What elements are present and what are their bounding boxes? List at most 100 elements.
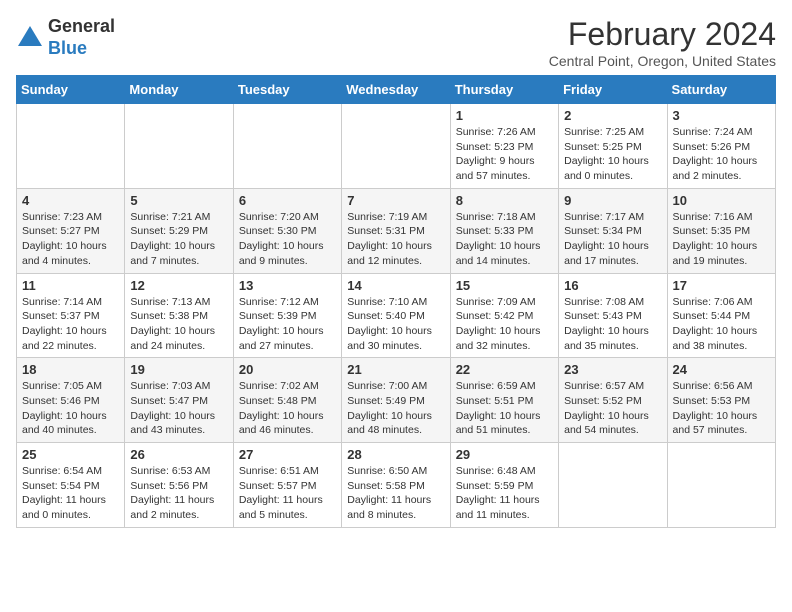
calendar-cell: 25 Sunrise: 6:54 AMSunset: 5:54 PMDayligh…	[17, 443, 125, 528]
day-number: 4	[22, 193, 119, 208]
day-number: 17	[673, 278, 770, 293]
day-detail: Sunrise: 7:20 AMSunset: 5:30 PMDaylight:…	[239, 210, 336, 269]
calendar-cell: 26 Sunrise: 6:53 AMSunset: 5:56 PMDayligh…	[125, 443, 233, 528]
day-detail: Sunrise: 6:57 AMSunset: 5:52 PMDaylight:…	[564, 379, 661, 438]
day-number: 23	[564, 362, 661, 377]
calendar-cell: 29Sunrise: 6:48 AMSunset: 5:59 PMDayligh…	[450, 443, 558, 528]
weekday-header: Tuesday	[233, 76, 341, 104]
logo-icon	[16, 24, 44, 52]
day-number: 2	[564, 108, 661, 123]
calendar-cell: 11 Sunrise: 7:14 AMSunset: 5:37 PMDayligh…	[17, 273, 125, 358]
calendar-cell: 18 Sunrise: 7:05 AMSunset: 5:46 PMDayligh…	[17, 358, 125, 443]
calendar-week-row: 1Sunrise: 7:26 AMSunset: 5:23 PMDaylight…	[17, 104, 776, 189]
calendar-cell	[17, 104, 125, 189]
month-year-title: February 2024	[549, 16, 776, 53]
calendar-cell: 24 Sunrise: 6:56 AMSunset: 5:53 PMDayligh…	[667, 358, 775, 443]
day-detail: Sunrise: 7:02 AMSunset: 5:48 PMDaylight:…	[239, 379, 336, 438]
day-number: 3	[673, 108, 770, 123]
logo-blue: Blue	[48, 38, 87, 58]
calendar-cell: 21 Sunrise: 7:00 AMSunset: 5:49 PMDayligh…	[342, 358, 450, 443]
calendar-cell: 3Sunrise: 7:24 AMSunset: 5:26 PMDaylight…	[667, 104, 775, 189]
calendar-week-row: 11 Sunrise: 7:14 AMSunset: 5:37 PMDayligh…	[17, 273, 776, 358]
calendar-cell: 8 Sunrise: 7:18 AMSunset: 5:33 PMDaylight…	[450, 188, 558, 273]
calendar-cell	[233, 104, 341, 189]
day-detail: Sunrise: 7:00 AMSunset: 5:49 PMDaylight:…	[347, 379, 444, 438]
day-number: 7	[347, 193, 444, 208]
logo: General Blue	[16, 16, 115, 59]
calendar-cell: 17 Sunrise: 7:06 AMSunset: 5:44 PMDayligh…	[667, 273, 775, 358]
calendar-cell: 12 Sunrise: 7:13 AMSunset: 5:38 PMDayligh…	[125, 273, 233, 358]
calendar-cell: 22Sunrise: 6:59 AMSunset: 5:51 PMDayligh…	[450, 358, 558, 443]
calendar-cell	[342, 104, 450, 189]
logo-text: General Blue	[48, 16, 115, 59]
calendar-cell: 4 Sunrise: 7:23 AMSunset: 5:27 PMDaylight…	[17, 188, 125, 273]
location-subtitle: Central Point, Oregon, United States	[549, 53, 776, 69]
page-header: General Blue February 2024 Central Point…	[16, 16, 776, 69]
day-number: 14	[347, 278, 444, 293]
day-detail: Sunrise: 6:56 AMSunset: 5:53 PMDaylight:…	[673, 379, 770, 438]
weekday-header-row: SundayMondayTuesdayWednesdayThursdayFrid…	[17, 76, 776, 104]
calendar-cell: 13 Sunrise: 7:12 AMSunset: 5:39 PMDayligh…	[233, 273, 341, 358]
day-number: 1	[456, 108, 553, 123]
day-number: 25	[22, 447, 119, 462]
weekday-header: Wednesday	[342, 76, 450, 104]
calendar-cell: 7Sunrise: 7:19 AMSunset: 5:31 PMDaylight…	[342, 188, 450, 273]
calendar-cell	[559, 443, 667, 528]
day-detail: Sunrise: 7:18 AMSunset: 5:33 PMDaylight:…	[456, 210, 553, 269]
calendar-week-row: 18 Sunrise: 7:05 AMSunset: 5:46 PMDayligh…	[17, 358, 776, 443]
day-number: 12	[130, 278, 227, 293]
day-detail: Sunrise: 7:23 AMSunset: 5:27 PMDaylight:…	[22, 210, 119, 269]
day-detail: Sunrise: 7:17 AMSunset: 5:34 PMDaylight:…	[564, 210, 661, 269]
calendar-cell: 6 Sunrise: 7:20 AMSunset: 5:30 PMDaylight…	[233, 188, 341, 273]
day-number: 6	[239, 193, 336, 208]
day-detail: Sunrise: 6:53 AMSunset: 5:56 PMDaylight:…	[130, 464, 227, 523]
weekday-header: Friday	[559, 76, 667, 104]
calendar-table: SundayMondayTuesdayWednesdayThursdayFrid…	[16, 75, 776, 528]
calendar-cell: 15 Sunrise: 7:09 AMSunset: 5:42 PMDayligh…	[450, 273, 558, 358]
day-detail: Sunrise: 7:05 AMSunset: 5:46 PMDaylight:…	[22, 379, 119, 438]
day-detail: Sunrise: 6:51 AMSunset: 5:57 PMDaylight:…	[239, 464, 336, 523]
day-number: 22	[456, 362, 553, 377]
day-number: 26	[130, 447, 227, 462]
calendar-week-row: 25 Sunrise: 6:54 AMSunset: 5:54 PMDayligh…	[17, 443, 776, 528]
day-number: 8	[456, 193, 553, 208]
day-number: 16	[564, 278, 661, 293]
day-number: 13	[239, 278, 336, 293]
day-number: 11	[22, 278, 119, 293]
day-detail: Sunrise: 6:50 AMSunset: 5:58 PMDaylight:…	[347, 464, 444, 523]
calendar-cell: 28 Sunrise: 6:50 AMSunset: 5:58 PMDayligh…	[342, 443, 450, 528]
day-number: 5	[130, 193, 227, 208]
day-number: 15	[456, 278, 553, 293]
day-detail: Sunrise: 6:54 AMSunset: 5:54 PMDaylight:…	[22, 464, 119, 523]
day-detail: Sunrise: 6:48 AMSunset: 5:59 PMDaylight:…	[456, 464, 553, 523]
day-number: 10	[673, 193, 770, 208]
calendar-cell: 19Sunrise: 7:03 AMSunset: 5:47 PMDayligh…	[125, 358, 233, 443]
day-detail: Sunrise: 7:09 AMSunset: 5:42 PMDaylight:…	[456, 295, 553, 354]
calendar-cell: 2 Sunrise: 7:25 AMSunset: 5:25 PMDaylight…	[559, 104, 667, 189]
calendar-cell: 20Sunrise: 7:02 AMSunset: 5:48 PMDayligh…	[233, 358, 341, 443]
calendar-cell: 5Sunrise: 7:21 AMSunset: 5:29 PMDaylight…	[125, 188, 233, 273]
day-number: 18	[22, 362, 119, 377]
day-detail: Sunrise: 7:16 AMSunset: 5:35 PMDaylight:…	[673, 210, 770, 269]
calendar-cell: 23 Sunrise: 6:57 AMSunset: 5:52 PMDayligh…	[559, 358, 667, 443]
calendar-cell: 9Sunrise: 7:17 AMSunset: 5:34 PMDaylight…	[559, 188, 667, 273]
day-detail: Sunrise: 7:13 AMSunset: 5:38 PMDaylight:…	[130, 295, 227, 354]
day-detail: Sunrise: 7:25 AMSunset: 5:25 PMDaylight:…	[564, 125, 661, 184]
calendar-cell: 14Sunrise: 7:10 AMSunset: 5:40 PMDayligh…	[342, 273, 450, 358]
calendar-cell: 27 Sunrise: 6:51 AMSunset: 5:57 PMDayligh…	[233, 443, 341, 528]
calendar-cell: 1Sunrise: 7:26 AMSunset: 5:23 PMDaylight…	[450, 104, 558, 189]
day-number: 27	[239, 447, 336, 462]
day-detail: Sunrise: 7:14 AMSunset: 5:37 PMDaylight:…	[22, 295, 119, 354]
title-area: February 2024 Central Point, Oregon, Uni…	[549, 16, 776, 69]
day-number: 24	[673, 362, 770, 377]
day-detail: Sunrise: 7:03 AMSunset: 5:47 PMDaylight:…	[130, 379, 227, 438]
day-number: 21	[347, 362, 444, 377]
logo-general: General	[48, 16, 115, 36]
weekday-header: Saturday	[667, 76, 775, 104]
day-detail: Sunrise: 7:06 AMSunset: 5:44 PMDaylight:…	[673, 295, 770, 354]
day-detail: Sunrise: 7:08 AMSunset: 5:43 PMDaylight:…	[564, 295, 661, 354]
day-number: 28	[347, 447, 444, 462]
calendar-cell: 16 Sunrise: 7:08 AMSunset: 5:43 PMDayligh…	[559, 273, 667, 358]
day-detail: Sunrise: 7:12 AMSunset: 5:39 PMDaylight:…	[239, 295, 336, 354]
calendar-cell: 10 Sunrise: 7:16 AMSunset: 5:35 PMDayligh…	[667, 188, 775, 273]
